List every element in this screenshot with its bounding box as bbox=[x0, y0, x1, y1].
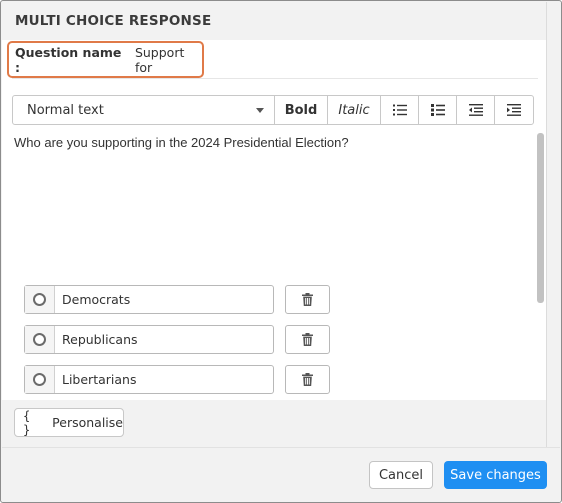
option-row: Republicans bbox=[24, 325, 330, 354]
dialog-title: MULTI CHOICE RESPONSE bbox=[2, 2, 546, 40]
option-radio[interactable] bbox=[25, 326, 55, 353]
option-row: Democrats bbox=[24, 285, 330, 314]
cancel-button[interactable]: Cancel bbox=[369, 461, 433, 489]
indent-button[interactable] bbox=[495, 96, 533, 124]
divider bbox=[12, 78, 538, 79]
option-label: Libertarians bbox=[62, 372, 137, 387]
braces-icon: { } bbox=[23, 408, 32, 437]
option-input[interactable]: Libertarians bbox=[24, 365, 274, 394]
bold-button[interactable]: Bold bbox=[275, 96, 328, 124]
question-text: Who are you supporting in the 2024 Presi… bbox=[14, 135, 349, 150]
dialog-content: Question name : Support for Normal text … bbox=[2, 40, 546, 400]
personalise-button[interactable]: { } Personalise bbox=[14, 408, 124, 437]
numbered-list-button[interactable] bbox=[419, 96, 457, 124]
dialog-scrollbar-track[interactable] bbox=[546, 2, 561, 447]
delete-option-button[interactable] bbox=[285, 285, 330, 314]
personalise-bar: { } Personalise bbox=[2, 400, 546, 447]
text-style-dropdown[interactable]: Normal text bbox=[13, 96, 275, 124]
question-name-label: Question name : bbox=[15, 44, 122, 75]
option-radio[interactable] bbox=[25, 366, 55, 393]
option-row: Libertarians bbox=[24, 365, 330, 394]
trash-icon bbox=[302, 373, 313, 386]
question-text-editor[interactable]: Who are you supporting in the 2024 Presi… bbox=[2, 135, 537, 265]
delete-option-button[interactable] bbox=[285, 365, 330, 394]
numbered-list-icon bbox=[430, 104, 445, 116]
option-label: Democrats bbox=[62, 292, 131, 307]
bullet-list-button[interactable] bbox=[381, 96, 419, 124]
question-name-input[interactable]: Support for bbox=[135, 45, 202, 75]
outdent-icon bbox=[468, 104, 483, 116]
italic-button[interactable]: Italic bbox=[328, 96, 381, 124]
bullet-list-icon bbox=[392, 104, 407, 116]
radio-icon bbox=[33, 373, 46, 386]
save-changes-button[interactable]: Save changes bbox=[444, 461, 547, 489]
personalise-label: Personalise bbox=[52, 415, 123, 430]
editor-scrollbar-thumb[interactable] bbox=[537, 133, 544, 303]
multi-choice-dialog: MULTI CHOICE RESPONSE Question name : Su… bbox=[0, 0, 562, 503]
chevron-down-icon bbox=[256, 107, 264, 113]
option-input[interactable]: Democrats bbox=[24, 285, 274, 314]
delete-option-button[interactable] bbox=[285, 325, 330, 354]
radio-icon bbox=[33, 293, 46, 306]
dialog-footer: Cancel Save changes bbox=[2, 447, 560, 502]
option-input[interactable]: Republicans bbox=[24, 325, 274, 354]
question-name-field[interactable]: Question name : Support for bbox=[7, 41, 204, 78]
trash-icon bbox=[302, 293, 313, 306]
trash-icon bbox=[302, 333, 313, 346]
option-label: Republicans bbox=[62, 332, 138, 347]
text-style-value: Normal text bbox=[27, 102, 104, 118]
option-radio[interactable] bbox=[25, 286, 55, 313]
formatting-toolbar: Normal text Bold Italic bbox=[12, 95, 534, 125]
outdent-button[interactable] bbox=[457, 96, 495, 124]
radio-icon bbox=[33, 333, 46, 346]
indent-icon bbox=[507, 104, 521, 116]
